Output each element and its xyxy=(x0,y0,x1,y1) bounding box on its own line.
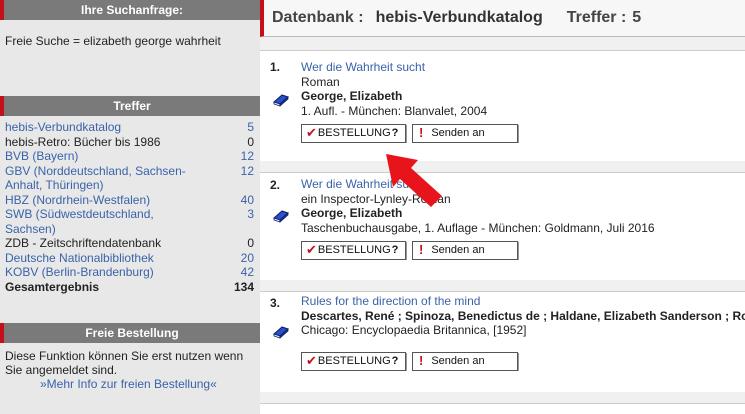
treffer-label[interactable]: Deutsche Nationalbibliothek xyxy=(5,251,154,266)
treffer-count[interactable]: 20 xyxy=(241,251,254,266)
result-separator xyxy=(260,392,745,404)
result-author: George, Elizabeth xyxy=(301,89,403,103)
treffer-row[interactable]: GBV (Norddeutschland, Sachsen-Anhalt, Th… xyxy=(5,164,254,193)
order-label: BESTELLUNG xyxy=(317,354,391,367)
treffer-total-row: Gesamtergebnis 134 xyxy=(5,280,254,295)
treffer-label[interactable]: SWB (Südwestdeutschland, Sachsen) xyxy=(5,207,185,236)
query-text: Freie Suche = elizabeth george wahrheit xyxy=(5,34,221,48)
order-button[interactable]: ✔ BESTELLUNG? xyxy=(301,241,406,260)
result-title[interactable]: Wer die Wahrheit sucht xyxy=(301,177,745,192)
send-button[interactable]: ! Senden an xyxy=(412,124,518,143)
main-panel: Datenbank : hebis-Verbundkatalog Treffer :… xyxy=(260,0,745,414)
hits-count: 5 xyxy=(632,9,642,26)
result-item: 3. Rules for the direction of the mind D… xyxy=(260,292,745,393)
send-label: Senden an xyxy=(431,354,485,367)
db-label: Datenbank : xyxy=(272,9,364,26)
result-author: George, Elizabeth xyxy=(301,206,403,220)
treffer-row: ZDB - Zeitschriftendatenbank 0 xyxy=(5,236,254,251)
exclamation-icon: ! xyxy=(419,242,424,258)
result-number: 2. xyxy=(270,178,281,192)
treffer-count[interactable]: 42 xyxy=(241,265,254,280)
result-title[interactable]: Wer die Wahrheit sucht xyxy=(301,60,745,75)
treffer-label[interactable]: BVB (Bayern) xyxy=(5,149,78,164)
freie-heading: Freie Bestellung xyxy=(0,323,260,343)
result-separator xyxy=(260,280,745,292)
total-label: Gesamtergebnis xyxy=(5,279,100,294)
book-icon xyxy=(272,206,290,227)
result-subtitle: ein Inspector-Lynley-Roman xyxy=(301,191,451,206)
result-number: 3. xyxy=(270,296,281,310)
treffer-count: 0 xyxy=(247,134,254,149)
treffer-row[interactable]: BVB (Bayern) 12 xyxy=(5,149,254,164)
result-subtitle: Roman xyxy=(301,74,340,89)
treffer-count[interactable]: 40 xyxy=(241,193,254,208)
freie-text: Diese Funktion können Sie erst nutzen we… xyxy=(5,349,244,377)
sidebar: Ihre Suchanfrage: Freie Suche = elizabet… xyxy=(0,0,260,414)
order-label: BESTELLUNG xyxy=(317,127,391,140)
exclamation-icon: ! xyxy=(419,352,424,368)
send-button[interactable]: ! Senden an xyxy=(412,351,518,371)
query-heading: Ihre Suchanfrage: xyxy=(0,0,260,20)
results-header: Datenbank : hebis-Verbundkatalog Treffer :… xyxy=(260,0,745,37)
checkmark-icon: ✔ xyxy=(306,352,317,368)
treffer-count: 0 xyxy=(247,236,254,250)
result-publication: Taschenbuchausgabe, 1. Auflage - München… xyxy=(301,220,655,235)
book-icon xyxy=(272,322,290,343)
result-title[interactable]: Rules for the direction of the mind xyxy=(301,294,745,309)
total-count: 134 xyxy=(233,279,254,294)
treffer-label[interactable]: KOBV (Berlin-Brandenburg) xyxy=(5,265,154,280)
treffer-heading: Treffer xyxy=(0,96,260,116)
order-label: BESTELLUNG xyxy=(317,244,391,257)
order-button[interactable]: ✔ BESTELLUNG? xyxy=(301,124,406,143)
freie-info-link[interactable]: »Mehr Info zur freien Bestellung« xyxy=(5,377,254,391)
db-name: hebis-Verbundkatalog xyxy=(375,9,543,26)
result-item: 2. Wer die Wahrheit sucht ein Inspector-… xyxy=(260,173,745,281)
result-item: 1. Wer die Wahrheit sucht Roman George, … xyxy=(260,53,745,162)
result-author: Descartes, René ; Spinoza, Benedictus de… xyxy=(301,308,745,323)
result-publication: 1. Aufl. - München: Blanvalet, 2004 xyxy=(301,103,488,118)
send-button[interactable]: ! Senden an xyxy=(412,241,518,260)
exclamation-icon: ! xyxy=(419,125,424,141)
treffer-label[interactable]: GBV (Norddeutschland, Sachsen-Anhalt, Th… xyxy=(5,164,205,193)
treffer-row[interactable]: KOBV (Berlin-Brandenburg) 42 xyxy=(5,265,254,280)
treffer-count[interactable]: 12 xyxy=(241,149,254,164)
result-number: 1. xyxy=(270,60,281,74)
treffer-row[interactable]: SWB (Südwestdeutschland, Sachsen) 3 xyxy=(5,207,254,236)
red-arrow-icon xyxy=(386,154,442,207)
checkmark-icon: ✔ xyxy=(306,125,317,141)
order-suffix: ? xyxy=(391,354,399,367)
result-publication: Chicago: Encyclopaedia Britannica, [1952… xyxy=(301,323,527,337)
treffer-label: ZDB - Zeitschriftendatenbank xyxy=(5,236,162,250)
treffer-row[interactable]: Deutsche Nationalbibliothek 20 xyxy=(5,251,254,266)
order-suffix: ? xyxy=(391,127,399,140)
send-label: Senden an xyxy=(431,127,485,140)
order-button[interactable]: ✔ BESTELLUNG? xyxy=(301,351,406,371)
send-label: Senden an xyxy=(431,244,485,257)
treffer-list: hebis-Verbundkatalog 5 hebis-Retro: Büche… xyxy=(0,116,260,294)
book-icon xyxy=(272,90,290,111)
treffer-label: hebis-Retro: Bücher bis 1986 xyxy=(5,134,161,149)
treffer-count[interactable]: 5 xyxy=(247,120,254,135)
checkmark-icon: ✔ xyxy=(306,242,317,258)
treffer-row: hebis-Retro: Bücher bis 1986 0 xyxy=(5,135,254,150)
treffer-label[interactable]: HBZ (Nordrhein-Westfalen) xyxy=(5,193,150,208)
treffer-row[interactable]: hebis-Verbundkatalog 5 xyxy=(5,120,254,135)
treffer-count[interactable]: 3 xyxy=(247,207,254,236)
treffer-count[interactable]: 12 xyxy=(241,164,254,193)
treffer-row[interactable]: HBZ (Nordrhein-Westfalen) 40 xyxy=(5,193,254,208)
hits-label: Treffer : xyxy=(566,9,627,26)
treffer-label[interactable]: hebis-Verbundkatalog xyxy=(5,120,121,135)
result-separator xyxy=(260,161,745,173)
order-suffix: ? xyxy=(391,244,399,257)
